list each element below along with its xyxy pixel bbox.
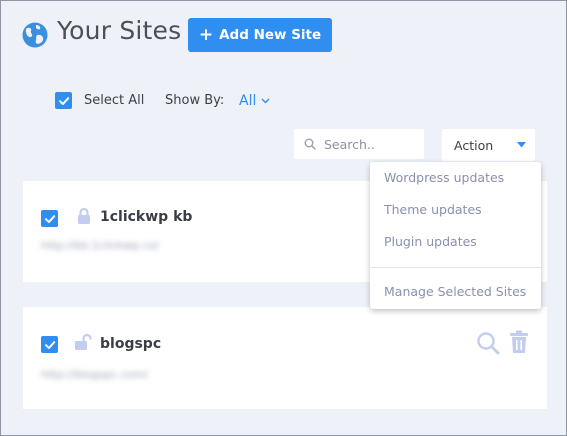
add-new-site-button[interactable]: + Add New Site bbox=[188, 18, 332, 52]
page-title: Your Sites bbox=[57, 16, 182, 45]
check-icon bbox=[58, 96, 69, 105]
menu-item-wordpress-updates[interactable]: Wordpress updates bbox=[384, 170, 504, 185]
select-all-checkbox[interactable] bbox=[55, 92, 72, 109]
site-url[interactable]: http://blogspc.com/ bbox=[41, 368, 148, 381]
site-card: blogspc http://blogspc.com/ bbox=[23, 307, 547, 409]
unlock-icon bbox=[75, 333, 92, 350]
sites-panel: Your Sites + Add New Site Select All Sho… bbox=[0, 0, 567, 436]
site-name[interactable]: 1clickwp kb bbox=[100, 209, 192, 225]
action-dropdown-menu: Wordpress updates Theme updates Plugin u… bbox=[370, 162, 541, 309]
chevron-down-icon bbox=[261, 98, 270, 104]
search-icon bbox=[304, 138, 316, 150]
menu-item-plugin-updates[interactable]: Plugin updates bbox=[384, 234, 477, 249]
show-by-label: Show By: bbox=[165, 93, 225, 108]
check-icon bbox=[44, 214, 55, 223]
search-box[interactable] bbox=[294, 129, 424, 159]
site-checkbox[interactable] bbox=[41, 336, 58, 353]
add-new-site-label: Add New Site bbox=[219, 27, 322, 43]
search-input[interactable] bbox=[324, 136, 419, 152]
search-site-icon[interactable] bbox=[476, 331, 500, 355]
menu-item-theme-updates[interactable]: Theme updates bbox=[384, 202, 482, 217]
action-button[interactable]: Action bbox=[454, 138, 493, 153]
trash-icon[interactable] bbox=[509, 330, 529, 354]
menu-item-manage-selected-sites[interactable]: Manage Selected Sites bbox=[384, 284, 526, 299]
show-by-value: All bbox=[239, 93, 257, 109]
action-dropdown-toggle[interactable] bbox=[507, 129, 535, 161]
globe-icon bbox=[22, 22, 48, 48]
lock-icon bbox=[78, 207, 90, 224]
menu-divider bbox=[370, 267, 541, 268]
select-all-label: Select All bbox=[84, 93, 145, 108]
action-split-button: Action bbox=[442, 129, 535, 161]
show-by-dropdown[interactable]: All bbox=[239, 93, 270, 109]
site-checkbox[interactable] bbox=[41, 210, 58, 227]
check-icon bbox=[44, 340, 55, 349]
site-url[interactable]: http://kb.1clickwp.co/ bbox=[41, 239, 159, 252]
plus-icon: + bbox=[198, 24, 214, 45]
caret-down-icon bbox=[516, 142, 526, 148]
site-name[interactable]: blogspc bbox=[100, 336, 161, 352]
